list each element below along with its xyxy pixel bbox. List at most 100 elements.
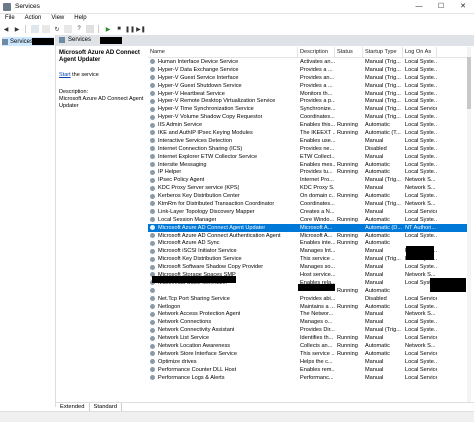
service-log-on-as: Local Service bbox=[405, 350, 437, 357]
service-name: Hyper-V Data Exchange Service bbox=[158, 66, 239, 73]
back-icon[interactable]: ◀ bbox=[2, 25, 10, 33]
start-service-link[interactable]: Start bbox=[59, 72, 71, 78]
title-bar: Services — ☐ ✕ bbox=[0, 0, 474, 14]
refresh-icon[interactable]: ↻ bbox=[53, 25, 61, 33]
service-row[interactable]: Hyper-V Heartbeat Service Monitors th... M… bbox=[148, 90, 470, 98]
service-row[interactable]: Hyper-V Volume Shadow Copy Requestor Coor… bbox=[148, 113, 470, 121]
minimize-button[interactable]: — bbox=[408, 0, 430, 13]
service-row[interactable]: Network Connectivity Assistant Provides D… bbox=[148, 326, 470, 334]
service-row[interactable]: Hyper-V Data Exchange Service Provides a … bbox=[148, 66, 470, 74]
maximize-button[interactable]: ☐ bbox=[430, 0, 452, 13]
service-description: Maintains a ... bbox=[300, 303, 335, 310]
scrollbar-thumb[interactable] bbox=[467, 57, 471, 109]
service-name: Net.Tcp Port Sharing Service bbox=[158, 295, 230, 302]
service-row[interactable]: Human Interface Device Service Activates … bbox=[148, 58, 470, 66]
service-description: Manages o... bbox=[300, 319, 333, 326]
service-row[interactable]: Network Access Protection Agent The Netwo… bbox=[148, 311, 470, 319]
service-row[interactable]: Hyper-V Guest Service Interface Provides … bbox=[148, 74, 470, 82]
service-row[interactable]: Microsoft Azure AD Connect Agent Updater… bbox=[148, 223, 470, 232]
service-name-cell: Internet Explorer ETW Collector Service bbox=[148, 154, 298, 160]
services-header: Services bbox=[56, 35, 474, 46]
restart-icon[interactable]: ▶❚ bbox=[136, 25, 146, 33]
gear-icon bbox=[150, 319, 155, 325]
play-icon[interactable]: ▶ bbox=[104, 25, 112, 33]
service-row[interactable]: Network Connections Manages o... Manual Loc… bbox=[148, 318, 470, 326]
service-name: Microsoft Azure AD Connect Authenticatio… bbox=[158, 232, 281, 239]
service-name-cell: Hyper-V Heartbeat Service bbox=[148, 91, 298, 97]
column-header-log-on-as[interactable]: Log On As bbox=[403, 47, 437, 57]
help-icon[interactable]: ? bbox=[75, 25, 83, 33]
service-row[interactable]: Netlogon Maintains a ... Running Automatic L… bbox=[148, 303, 470, 311]
service-row[interactable]: IIS Admin Service Enables this... Running A… bbox=[148, 121, 470, 129]
service-row[interactable]: IKE and AuthIP IPsec Keying Modules The I… bbox=[148, 129, 470, 137]
service-row[interactable]: Intersite Messaging Enables mes... Running… bbox=[148, 161, 470, 169]
gear-icon bbox=[150, 217, 155, 223]
service-row[interactable]: Network Location Awareness Collects an...… bbox=[148, 342, 470, 350]
menu-action[interactable]: Action bbox=[25, 15, 42, 21]
service-log-on-as: Network S... bbox=[405, 185, 436, 192]
menu-file[interactable]: File bbox=[5, 15, 15, 21]
service-description: Provides ne... bbox=[300, 145, 335, 152]
forward-icon[interactable]: ▶ bbox=[13, 25, 21, 33]
gear-icon bbox=[150, 91, 155, 96]
service-name-cell: Kerberos Key Distribution Center bbox=[148, 193, 298, 199]
service-description: Enables use... bbox=[300, 137, 335, 144]
service-row[interactable]: Kerberos Key Distribution Center On domai… bbox=[148, 192, 470, 200]
service-row[interactable]: IP Helper Provides tu... Running Automatic L… bbox=[148, 168, 470, 176]
service-description: Enables rem... bbox=[300, 366, 335, 373]
service-row[interactable]: Performance Counter DLL Host Enables rem.… bbox=[148, 366, 470, 374]
gear-icon bbox=[150, 209, 155, 215]
service-row[interactable]: Performance Logs & Alerts Performanc... Ma… bbox=[148, 374, 470, 382]
service-name: Hyper-V Heartbeat Service bbox=[158, 90, 225, 97]
service-row[interactable]: Local Session Manager Core Windo... Runnin… bbox=[148, 216, 470, 224]
properties-icon[interactable] bbox=[42, 25, 50, 33]
gear-icon bbox=[150, 225, 155, 231]
console-tree-icon[interactable] bbox=[31, 25, 39, 33]
service-description: Enables this... bbox=[300, 122, 335, 129]
gear-icon bbox=[150, 122, 155, 128]
service-description: Monitors th... bbox=[300, 90, 333, 97]
service-row[interactable]: Hyper-V Time Synchronization Service Sync… bbox=[148, 105, 470, 113]
close-button[interactable]: ✕ bbox=[452, 0, 474, 13]
service-row[interactable]: KtmRm for Distributed Transaction Coordi… bbox=[148, 200, 470, 208]
column-header-name[interactable]: Name bbox=[148, 47, 298, 57]
service-row[interactable]: Interactive Services Detection Enables us… bbox=[148, 137, 470, 145]
pause-icon[interactable]: ❚❚ bbox=[125, 25, 135, 33]
service-name-cell: Internet Connection Sharing (ICS) bbox=[148, 146, 298, 152]
export-icon[interactable] bbox=[64, 25, 72, 33]
vertical-scrollbar[interactable] bbox=[467, 47, 471, 402]
service-log-on-as: Local Service bbox=[405, 208, 437, 215]
gear-icon bbox=[150, 359, 155, 365]
service-row[interactable]: Microsoft Azure AD Connect Authenticatio… bbox=[148, 232, 470, 240]
service-log-on-as: Local Service bbox=[405, 366, 437, 373]
service-row[interactable]: Network List Service Identifies th... Runn… bbox=[148, 334, 470, 342]
column-header-status[interactable]: Status bbox=[335, 47, 363, 57]
column-header-description[interactable]: Description bbox=[298, 47, 335, 57]
tree-item-services[interactable]: Services bbox=[2, 37, 54, 46]
service-row[interactable]: Net.Tcp Port Sharing Service Provides abi… bbox=[148, 295, 470, 303]
service-row[interactable]: Internet Explorer ETW Collector Service E… bbox=[148, 153, 470, 161]
service-log-on-as: Local Syste... bbox=[405, 74, 437, 81]
service-row[interactable]: Network Store Interface Service This serv… bbox=[148, 350, 470, 358]
menu-bar: File Action View Help bbox=[0, 13, 474, 23]
service-name: Hyper-V Volume Shadow Copy Requestor bbox=[158, 114, 263, 121]
service-row[interactable]: Microsoft Software Shadow Copy Provider M… bbox=[148, 263, 470, 271]
service-row[interactable]: Hyper-V Remote Desktop Virtualization Se… bbox=[148, 97, 470, 105]
service-row[interactable]: IPsec Policy Agent Internet Pro... Manual … bbox=[148, 176, 470, 184]
service-row[interactable]: Internet Connection Sharing (ICS) Provide… bbox=[148, 145, 470, 153]
menu-view[interactable]: View bbox=[51, 15, 64, 21]
menu-help[interactable]: Help bbox=[74, 15, 86, 21]
service-description: Provides tu... bbox=[300, 169, 333, 176]
service-name: Internet Connection Sharing (ICS) bbox=[158, 145, 243, 152]
service-name-cell: Hyper-V Guest Service Interface bbox=[148, 75, 298, 81]
gear-icon bbox=[150, 264, 155, 270]
column-header-startup-type[interactable]: Startup Type bbox=[363, 47, 403, 57]
service-startup-type: Automatic bbox=[365, 350, 390, 357]
stop-icon[interactable]: ■ bbox=[115, 25, 123, 33]
service-row[interactable]: Hyper-V Guest Shutdown Service Provides a… bbox=[148, 82, 470, 90]
service-row[interactable]: Link-Layer Topology Discovery Mapper Crea… bbox=[148, 208, 470, 216]
service-startup-type: Automatic bbox=[365, 240, 390, 247]
service-row[interactable]: Optimize drives Helps the c... Manual Local… bbox=[148, 358, 470, 366]
service-row[interactable]: KDC Proxy Server service (KPS) KDC Proxy … bbox=[148, 184, 470, 192]
mmc-icon[interactable] bbox=[86, 25, 94, 33]
